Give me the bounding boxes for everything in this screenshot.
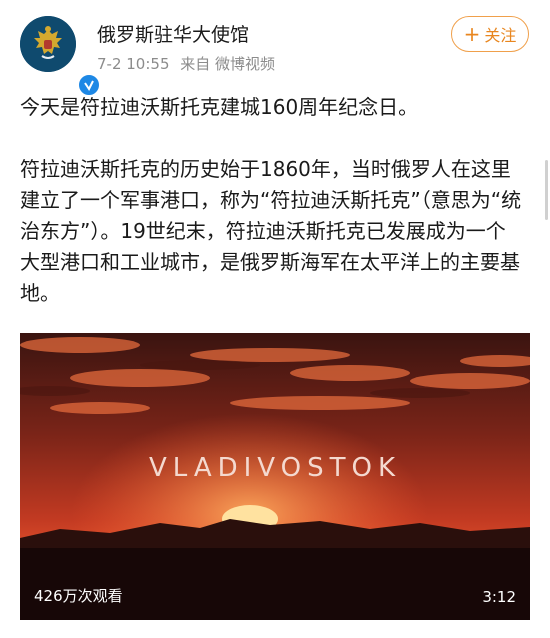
account-avatar[interactable] — [20, 16, 101, 97]
double-headed-eagle-emblem-icon — [20, 16, 76, 72]
scrollbar[interactable] — [545, 160, 548, 220]
post-source[interactable]: 来自 微博视频 — [180, 55, 275, 73]
post-paragraph: 今天是符拉迪沃斯托克建城160周年纪念日。 — [20, 95, 419, 119]
plus-icon: + — [463, 22, 481, 46]
post-time: 7-2 10:55 — [97, 55, 170, 73]
video-duration: 3:12 — [482, 588, 516, 606]
account-name[interactable]: 俄罗斯驻华大使馆 — [97, 20, 249, 47]
post-body: 今天是符拉迪沃斯托克建城160周年纪念日。 符拉迪沃斯托克的历史始于1860年，… — [20, 92, 525, 340]
video-player[interactable]: VLADIVOSTOK 426万次观看 3:12 — [20, 333, 530, 620]
post-paragraph: 符拉迪沃斯托克的历史始于1860年，当时俄罗人在这里建立了一个军事港口，称为“符… — [20, 157, 522, 305]
video-title: VLADIVOSTOK — [148, 453, 402, 483]
follow-label: 关注 — [484, 26, 517, 45]
post-meta: 7-2 10:55 来自 微博视频 — [97, 53, 281, 74]
view-count: 426万次观看 — [34, 587, 123, 605]
follow-button[interactable]: + 关注 — [451, 16, 529, 52]
